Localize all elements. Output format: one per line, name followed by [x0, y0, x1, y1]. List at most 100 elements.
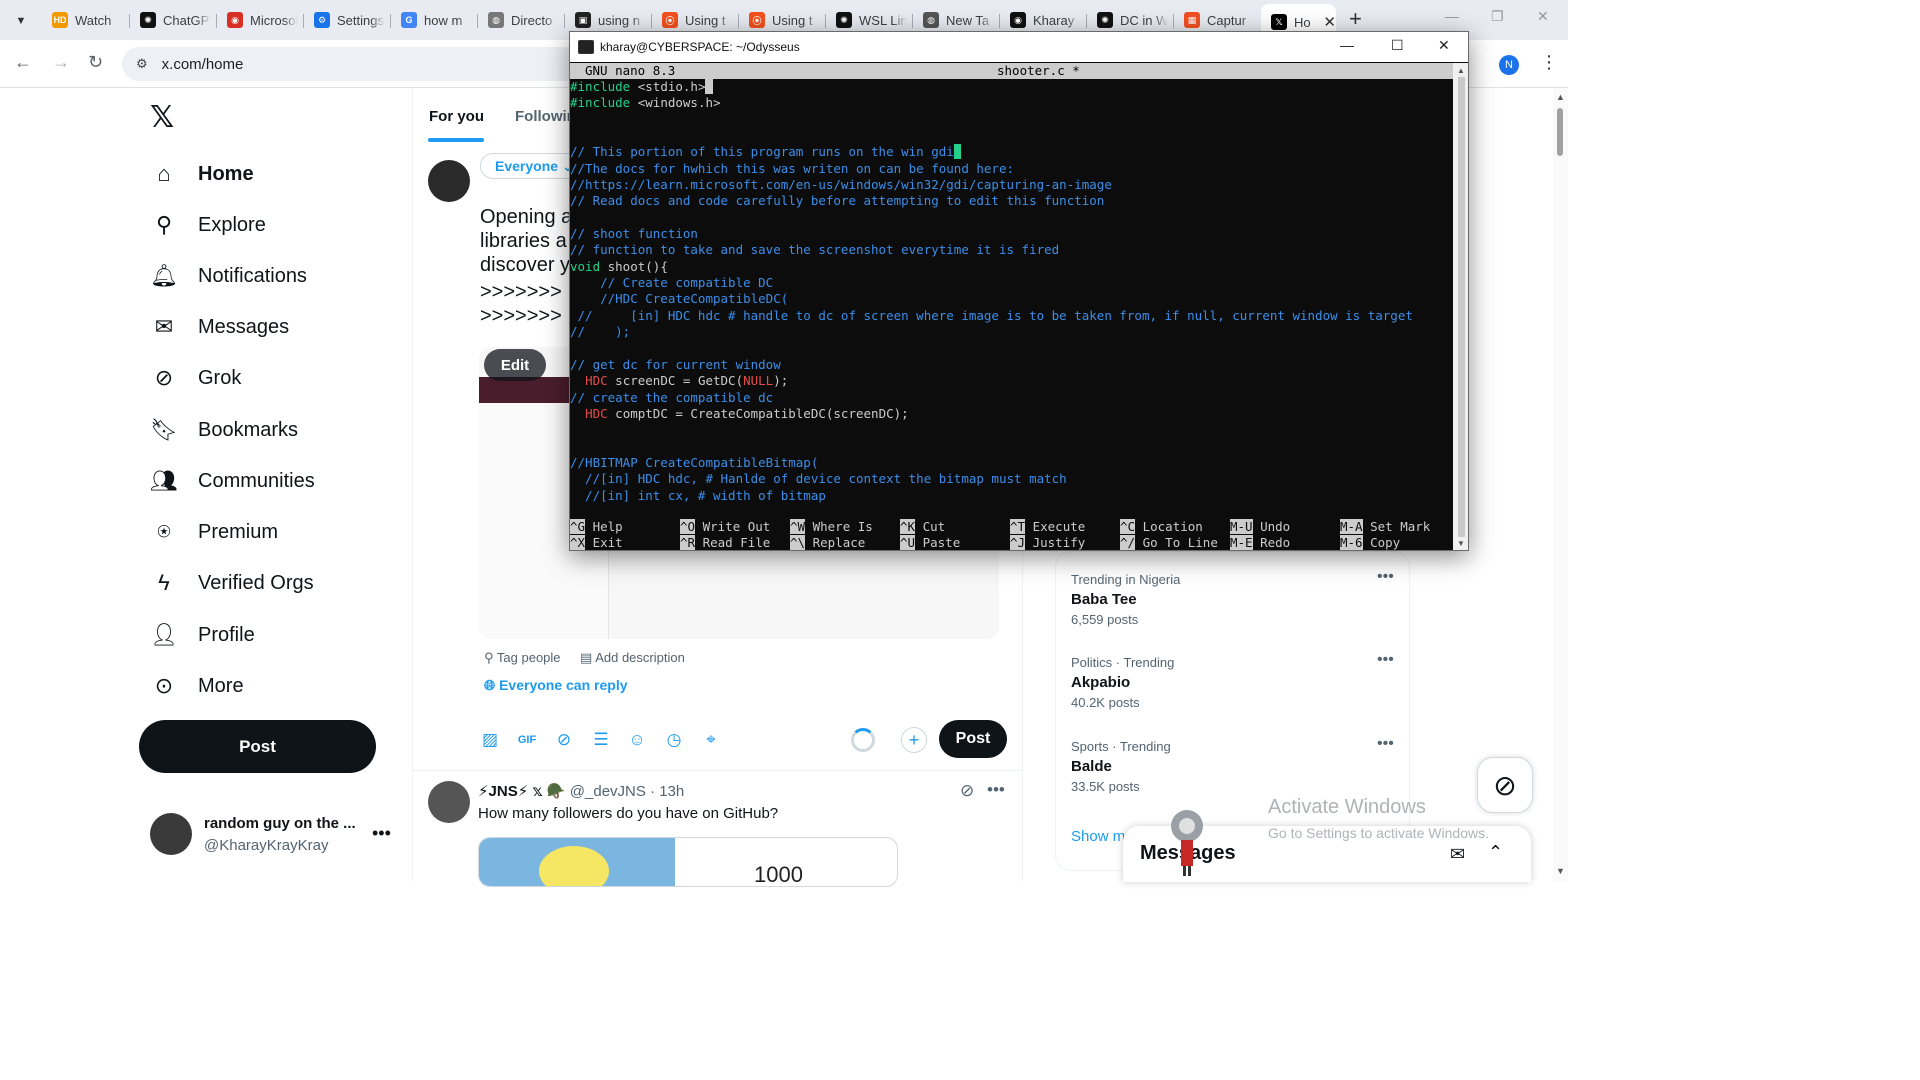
browser-tab[interactable]: ✺ WSL Lin [826, 6, 912, 34]
code-line[interactable]: // get dc for current window [570, 357, 1453, 373]
new-message-icon[interactable]: ✉ [1450, 844, 1465, 865]
maximize-icon[interactable]: ☐ [1391, 37, 1404, 54]
forward-arrow-icon[interactable]: → [52, 52, 70, 73]
x-logo-icon[interactable]: 𝕏 [150, 100, 174, 135]
new-tab-plus-icon[interactable]: + [1349, 8, 1362, 30]
code-line[interactable]: #include <stdio.h> [570, 79, 1453, 95]
code-line[interactable]: //[in] int cx, # width of bitmap [570, 488, 1453, 504]
grok-icon[interactable]: ⊘ [553, 729, 575, 751]
schedule-icon[interactable]: ◷ [663, 729, 685, 751]
code-line[interactable]: HDC comptDC = CreateCompatibleDC(screenD… [570, 406, 1453, 422]
code-line[interactable]: // shoot function [570, 226, 1453, 242]
code-line[interactable]: // function to take and save the screens… [570, 242, 1453, 258]
trend-item[interactable]: Politics · Trending Akpabio 40.2K posts ••• [1071, 651, 1401, 710]
nav-item-messages[interactable]: ✉ Messages [150, 307, 289, 347]
code-line[interactable]: //HBITMAP CreateCompatibleBitmap( [570, 455, 1453, 471]
account-switcher[interactable]: random guy on the ... @KharayKrayKray ••… [150, 813, 400, 857]
code-line[interactable] [570, 439, 1453, 455]
tweet-more-icon[interactable]: ••• [987, 780, 1005, 800]
code-line[interactable]: void shoot(){ [570, 259, 1453, 275]
terminal-scrollbar[interactable]: ▲ ▼ [1453, 63, 1468, 550]
trend-more-icon[interactable]: ••• [1377, 651, 1394, 669]
reload-icon[interactable]: ↻ [88, 52, 103, 73]
browser-profile-avatar[interactable]: N [1499, 55, 1519, 75]
omnibox[interactable]: ⚙ x.com/home [122, 47, 592, 81]
tweet-media[interactable]: 1000 [478, 837, 898, 887]
code-line[interactable] [570, 210, 1453, 226]
browser-tab[interactable]: Ghow m [391, 6, 477, 34]
compose-post-button[interactable]: Post [939, 720, 1007, 758]
trend-more-icon[interactable]: ••• [1377, 568, 1394, 586]
code-line[interactable]: // create the compatible dc [570, 390, 1453, 406]
url-text[interactable]: x.com/home [162, 56, 244, 73]
code-line[interactable] [570, 112, 1453, 128]
code-line[interactable]: // [in] HDC hdc # handle to dc of screen… [570, 308, 1453, 324]
scroll-down-icon[interactable]: ▼ [1556, 866, 1565, 876]
code-editor[interactable]: #include <stdio.h> #include <windows.h> /… [570, 79, 1453, 504]
browser-tab[interactable]: ◍ Directo [478, 6, 564, 34]
code-line[interactable]: HDC screenDC = GetDC(NULL); [570, 373, 1453, 389]
terminal-window[interactable]: kharay@CYBERSPACE: ~/Odysseus — ☐ ✕ GNU … [569, 31, 1469, 551]
add-description-button[interactable]: ▤ Add description [580, 650, 685, 666]
maximize-icon[interactable]: ❐ [1491, 8, 1504, 25]
expand-chevrons-icon[interactable]: ⌃ [1488, 842, 1503, 863]
tag-people-button[interactable]: ⚲ Tag people [484, 650, 561, 666]
nav-item-home[interactable]: ⌂ Home [150, 154, 253, 194]
post-button[interactable]: Post [139, 720, 376, 773]
code-line[interactable]: //https://learn.microsoft.com/en-us/wind… [570, 177, 1453, 193]
code-line[interactable]: // ); [570, 324, 1453, 340]
scroll-up-icon[interactable]: ▲ [1556, 92, 1565, 102]
avatar[interactable] [428, 160, 470, 202]
back-arrow-icon[interactable]: ← [14, 52, 32, 73]
nav-item-bookmarks[interactable]: 🔖︎ Bookmarks [150, 410, 298, 450]
code-line[interactable] [570, 422, 1453, 438]
trend-more-icon[interactable]: ••• [1377, 735, 1394, 753]
nav-item-more[interactable]: ⊙ More [150, 666, 244, 706]
tweet-username[interactable]: ⚡JNS⚡ 𝕩 🪖 [478, 783, 566, 800]
minimize-icon[interactable]: — [1445, 8, 1459, 24]
show-more-link[interactable]: Show m [1071, 828, 1125, 845]
nav-item-profile[interactable]: 👤︎ Profile [150, 615, 255, 655]
grok-icon[interactable]: ⊘ [960, 781, 974, 801]
browser-tab[interactable]: ◉ Microsoft [217, 6, 303, 34]
tab-following[interactable]: Followin [515, 108, 576, 125]
tab-for-you[interactable]: For you [429, 108, 484, 125]
nav-item-communities[interactable]: 👥︎ Communities [150, 461, 315, 501]
nav-item-verified-orgs[interactable]: ϟ Verified Orgs [150, 563, 313, 603]
terminal-titlebar[interactable]: kharay@CYBERSPACE: ~/Odysseus — ☐ ✕ [570, 32, 1468, 62]
close-icon[interactable]: ✕ [1438, 37, 1450, 54]
close-tab-icon[interactable]: ✕ [1323, 13, 1336, 31]
code-line[interactable] [570, 128, 1453, 144]
code-line[interactable]: // Read docs and code carefully before a… [570, 193, 1453, 209]
browser-tab[interactable]: ⚙ Settings [304, 6, 390, 34]
close-window-icon[interactable]: ✕ [1537, 8, 1549, 25]
gif-icon[interactable]: GIF [516, 729, 538, 751]
account-more-icon[interactable]: ••• [372, 823, 391, 844]
scroll-down-icon[interactable]: ▼ [1457, 539, 1465, 548]
edit-media-button[interactable]: Edit [484, 349, 546, 381]
browser-tab[interactable]: ▣ using n [565, 6, 651, 34]
avatar[interactable] [428, 781, 470, 823]
code-line[interactable]: //The docs for hwhich this was writen on… [570, 161, 1453, 177]
scrollbar-thumb[interactable] [1458, 77, 1465, 537]
browser-tab[interactable]: ⦿ Using t [652, 6, 738, 34]
browser-tab[interactable]: ▦ Captur [1174, 6, 1260, 34]
code-line[interactable] [570, 341, 1453, 357]
media-icon[interactable]: ▨ [479, 729, 501, 751]
trend-item[interactable]: Sports · Trending Balde 33.5K posts ••• [1071, 735, 1401, 794]
scrollbar-thumb[interactable] [1557, 108, 1563, 156]
emoji-icon[interactable]: ☺ [626, 729, 648, 751]
browser-tab[interactable]: HD Watch [42, 6, 128, 34]
nav-item-explore[interactable]: ⚲ Explore [150, 205, 266, 245]
page-scrollbar[interactable]: ▲ ▼ [1553, 88, 1568, 882]
add-thread-button[interactable]: + [901, 727, 927, 753]
browser-tab[interactable]: ✺ DC in W [1087, 6, 1173, 34]
site-info-icon[interactable]: ⚙ [136, 56, 148, 72]
code-line[interactable]: //HDC CreateCompatibleDC( [570, 291, 1453, 307]
reply-settings-button[interactable]: 🌐︎ Everyone can reply [484, 677, 628, 694]
browser-tab[interactable]: ◉ Kharay [1000, 6, 1086, 34]
code-line[interactable]: //[in] HDC hdc, # Hanlde of device conte… [570, 471, 1453, 487]
code-line[interactable]: #include <windows.h> [570, 95, 1453, 111]
nav-item-premium[interactable]: ⍟ Premium [150, 512, 278, 552]
browser-tab[interactable]: ✺ ChatGPT [130, 6, 216, 34]
